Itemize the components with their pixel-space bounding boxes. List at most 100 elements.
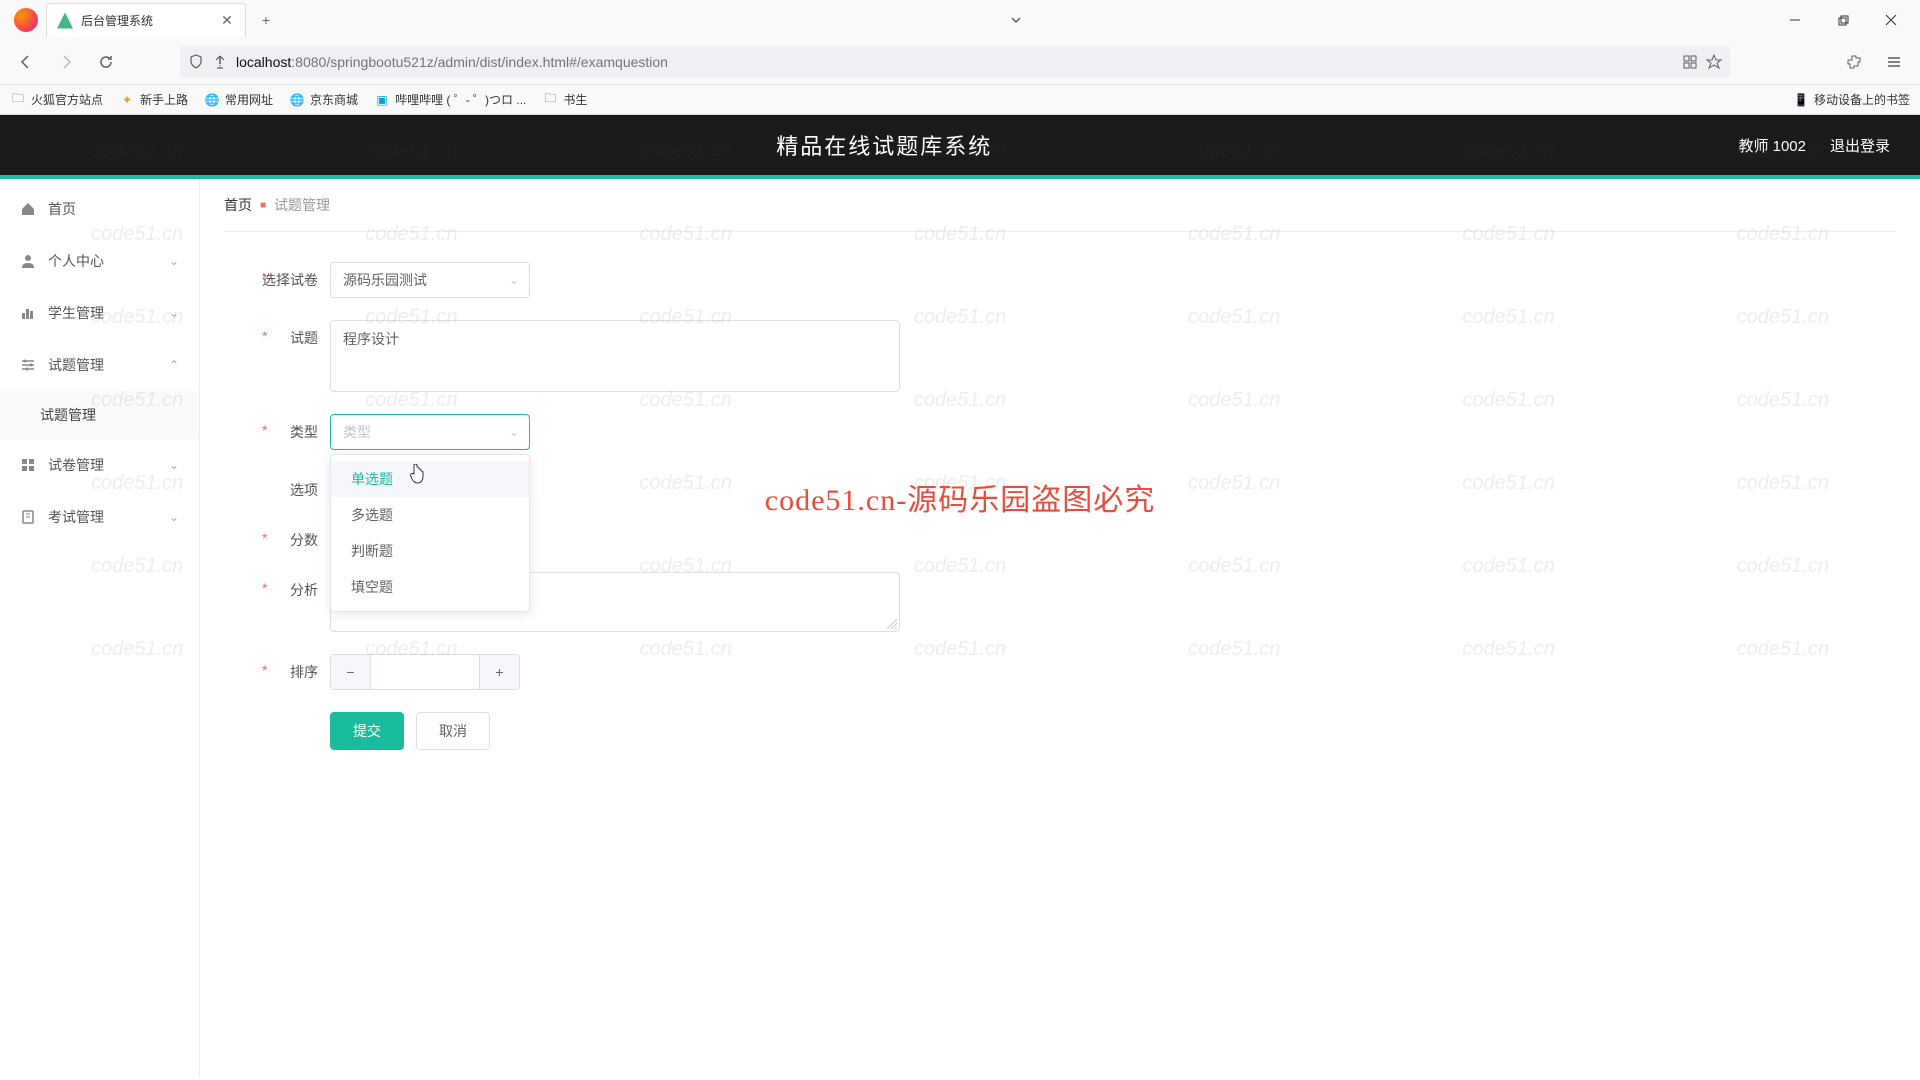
user-label[interactable]: 教师 1002 <box>1738 135 1806 156</box>
app-title: 精品在线试题库系统 <box>30 129 1738 161</box>
minimize-button[interactable] <box>1772 4 1818 36</box>
dropdown-option-fill[interactable]: 填空题 <box>331 569 529 605</box>
question-form: 选择试卷 源码乐园测试 ⌄ 试题 程序设计 类型 <box>200 262 1920 790</box>
bookmark-item[interactable]: 🗀火狐官方站点 <box>10 91 103 108</box>
bookmark-item[interactable]: ▣哔哩哔哩 ( ゜- ゜)つロ ... <box>374 91 526 108</box>
extensions-icon[interactable] <box>1838 46 1870 78</box>
label-question: 试题 <box>240 320 330 348</box>
breadcrumb-current: 试题管理 <box>274 195 330 215</box>
label-score: 分数 <box>240 522 330 550</box>
app-body: 首页 个人中心 ⌄ 学生管理 ⌄ 试题管理 ⌃ 试题管理 试卷管理 ⌄ 考试管理 <box>0 179 1920 1077</box>
bookmark-item[interactable]: 🌐常用网址 <box>204 91 273 108</box>
dropdown-option-judge[interactable]: 判断题 <box>331 533 529 569</box>
info-icon[interactable] <box>212 54 228 70</box>
chevron-up-icon: ⌃ <box>169 358 179 372</box>
tab-bar: 后台管理系统 ✕ + <box>0 0 1920 40</box>
globe-icon: 🌐 <box>289 92 305 108</box>
grid-icon <box>20 457 36 473</box>
chart-icon <box>20 305 36 321</box>
sidebar-item-profile[interactable]: 个人中心 ⌄ <box>0 235 199 287</box>
sort-value[interactable] <box>371 655 479 689</box>
nav-bar: localhost:8080/springbootu521z/admin/dis… <box>0 40 1920 84</box>
tabs-dropdown-icon[interactable] <box>1002 6 1030 34</box>
form-row-sort: 排序 − + <box>240 654 1880 690</box>
select-type[interactable]: 类型 ⌄ <box>330 414 530 450</box>
shield-icon <box>188 54 204 70</box>
mobile-icon: 📱 <box>1793 92 1809 108</box>
folder-icon: 🗀 <box>542 92 558 108</box>
divider <box>224 231 1896 232</box>
dropdown-option-multi[interactable]: 多选题 <box>331 497 529 533</box>
tab-title: 后台管理系统 <box>81 12 211 29</box>
bookmark-item[interactable]: 🗀书生 <box>542 91 587 108</box>
form-actions: 提交 取消 <box>240 712 1880 750</box>
sidebar-item-student[interactable]: 学生管理 ⌄ <box>0 287 199 339</box>
chevron-down-icon: ⌄ <box>509 425 519 439</box>
breadcrumb: 首页 ■ 试题管理 <box>200 179 1920 231</box>
increase-button[interactable]: + <box>479 655 519 689</box>
tab-close-icon[interactable]: ✕ <box>219 13 235 29</box>
mobile-bookmarks[interactable]: 📱移动设备上的书签 <box>1793 91 1910 108</box>
browser-tab[interactable]: 后台管理系统 ✕ <box>46 3 246 37</box>
user-icon <box>20 253 36 269</box>
type-dropdown: 单选题 多选题 判断题 填空题 <box>330 454 530 612</box>
decrease-button[interactable]: − <box>331 655 371 689</box>
resize-handle-icon[interactable] <box>887 619 897 629</box>
chevron-down-icon: ⌄ <box>169 510 179 524</box>
home-icon <box>20 201 36 217</box>
url-text: localhost:8080/springbootu521z/admin/dis… <box>236 54 1674 70</box>
vue-favicon-icon <box>57 13 73 29</box>
maximize-button[interactable] <box>1820 4 1866 36</box>
form-row-question: 试题 程序设计 <box>240 320 1880 392</box>
label-analysis: 分析 <box>240 572 330 600</box>
forward-button[interactable] <box>50 46 82 78</box>
submit-button[interactable]: 提交 <box>330 712 404 750</box>
globe-icon: 🌐 <box>204 92 220 108</box>
question-textarea[interactable]: 程序设计 <box>330 320 900 392</box>
select-paper[interactable]: 源码乐园测试 ⌄ <box>330 262 530 298</box>
sidebar-item-home[interactable]: 首页 <box>0 183 199 235</box>
breadcrumb-home[interactable]: 首页 <box>224 195 252 215</box>
new-tab-button[interactable]: + <box>252 6 280 34</box>
back-button[interactable] <box>10 46 42 78</box>
logout-link[interactable]: 退出登录 <box>1830 135 1890 156</box>
address-bar[interactable]: localhost:8080/springbootu521z/admin/dis… <box>180 46 1730 78</box>
reader-icon[interactable] <box>1682 54 1698 70</box>
sidebar-item-exam[interactable]: 考试管理 ⌄ <box>0 491 199 543</box>
sidebar: 首页 个人中心 ⌄ 学生管理 ⌄ 试题管理 ⌃ 试题管理 试卷管理 ⌄ 考试管理 <box>0 179 200 1077</box>
app-header: 精品在线试题库系统 教师 1002 退出登录 <box>0 115 1920 179</box>
form-row-type: 类型 类型 ⌄ 单选题 多选题 判断题 填空题 <box>240 414 1880 450</box>
sidebar-subitem-question-manage[interactable]: 试题管理 <box>0 391 199 439</box>
chevron-down-icon: ⌄ <box>169 254 179 268</box>
browser-chrome: 后台管理系统 ✕ + localhost:8080/springbootu521… <box>0 0 1920 115</box>
chevron-down-icon: ⌄ <box>169 458 179 472</box>
label-select-paper: 选择试卷 <box>240 262 330 290</box>
menu-button[interactable] <box>1878 46 1910 78</box>
book-icon <box>20 509 36 525</box>
bookmark-star-icon[interactable] <box>1706 54 1722 70</box>
sliders-icon <box>20 357 36 373</box>
folder-icon: 🗀 <box>10 92 26 108</box>
main-content: 首页 ■ 试题管理 选择试卷 源码乐园测试 ⌄ 试题 <box>200 179 1920 1077</box>
label-sort: 排序 <box>240 654 330 682</box>
header-right: 教师 1002 退出登录 <box>1738 135 1890 156</box>
chevron-down-icon: ⌄ <box>509 273 519 287</box>
reload-button[interactable] <box>90 46 122 78</box>
label-options: 选项 <box>240 472 330 500</box>
form-row-paper: 选择试卷 源码乐园测试 ⌄ <box>240 262 1880 298</box>
star-icon: ✦ <box>119 92 135 108</box>
bookmark-item[interactable]: 🌐京东商城 <box>289 91 358 108</box>
firefox-logo-icon <box>14 8 38 32</box>
sort-number-input: − + <box>330 654 520 690</box>
label-type: 类型 <box>240 414 330 442</box>
breadcrumb-separator-icon: ■ <box>260 200 266 211</box>
sidebar-item-question[interactable]: 试题管理 ⌃ <box>0 339 199 391</box>
cancel-button[interactable]: 取消 <box>416 712 490 750</box>
sidebar-item-paper[interactable]: 试卷管理 ⌄ <box>0 439 199 491</box>
tv-icon: ▣ <box>374 92 390 108</box>
bookmark-item[interactable]: ✦新手上路 <box>119 91 188 108</box>
dropdown-option-single[interactable]: 单选题 <box>331 461 529 497</box>
window-controls <box>1772 4 1914 36</box>
close-window-button[interactable] <box>1868 4 1914 36</box>
bookmarks-bar: 🗀火狐官方站点 ✦新手上路 🌐常用网址 🌐京东商城 ▣哔哩哔哩 ( ゜- ゜)つ… <box>0 84 1920 114</box>
